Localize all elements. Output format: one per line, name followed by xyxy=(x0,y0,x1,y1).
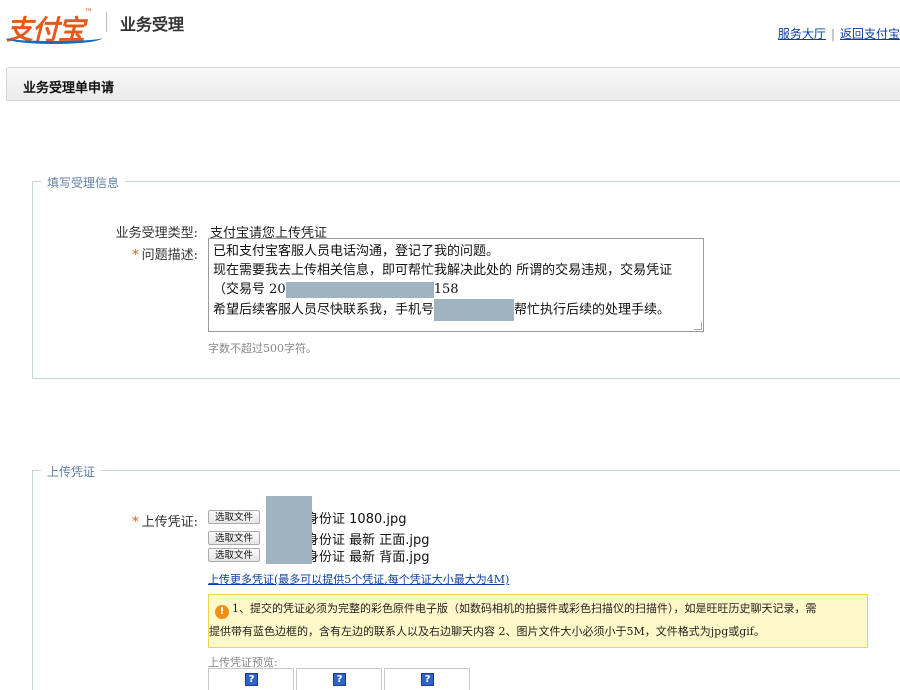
desc-line-3-end: 158 xyxy=(433,282,459,297)
redaction-block xyxy=(434,299,515,321)
file-row-3: 选取文件 身份证 最新 背面.jpg xyxy=(208,547,430,565)
link-separator: | xyxy=(830,27,835,41)
resize-grip-icon[interactable] xyxy=(694,322,702,330)
desc-line-3-start: （交易号 20 xyxy=(213,282,286,297)
problem-desc-label: * 问题描述: xyxy=(78,244,198,263)
choose-file-button[interactable]: 选取文件 xyxy=(208,531,261,545)
preview-thumb-2[interactable]: ? xyxy=(296,668,382,690)
file-row-2: 选取文件 身份证 最新 正面.jpg xyxy=(208,530,430,548)
logo-arc xyxy=(6,32,102,44)
page-header: 支付宝™ 业务受理 服务大厅 | 返回支付宝 xyxy=(0,0,900,60)
upload-label: * 上传凭证: xyxy=(78,511,198,530)
alipay-logo[interactable]: 支付宝™ xyxy=(6,8,102,46)
file-name-1: 身份证 1080.jpg xyxy=(306,511,407,527)
upload-label-text: 上传凭证: xyxy=(141,515,198,530)
header-section-title: 业务受理 xyxy=(120,15,185,34)
choose-file-button[interactable]: 选取文件 xyxy=(208,548,261,562)
notice-text-1: 1、提交的凭证必须为完整的彩色原件电子版（如数码相机的拍摄件或彩色扫描仪的扫描件… xyxy=(232,602,817,615)
back-to-alipay-link[interactable]: 返回支付宝 xyxy=(840,27,900,41)
missing-image-icon: ? xyxy=(245,673,258,686)
logo-trademark: ™ xyxy=(84,8,93,18)
char-limit-hint: 字数不超过500字符。 xyxy=(208,342,317,355)
desc-line-4-start: 希望后续客服人员尽快联系我，手机号 xyxy=(213,302,435,318)
required-asterisk: * xyxy=(132,515,139,530)
redaction-block xyxy=(266,496,312,564)
desc-line-1: 已和支付宝客服人员电话沟通，登记了我的问题。 xyxy=(213,244,500,259)
preview-thumb-1[interactable]: ? xyxy=(208,668,294,690)
desc-line-3: （交易号 20 158 xyxy=(213,280,699,299)
notice-line-1: ! 1、提交的凭证必须为完整的彩色原件电子版（如数码相机的拍摄件或彩色扫描仪的扫描… xyxy=(215,597,861,620)
problem-desc-label-text: 问题描述: xyxy=(141,248,198,263)
required-asterisk: * xyxy=(132,248,139,263)
choose-file-button[interactable]: 选取文件 xyxy=(208,510,261,524)
fill-info-legend: 填写受理信息 xyxy=(41,174,126,191)
header-divider xyxy=(106,12,107,32)
problem-description-textarea[interactable]: 已和支付宝客服人员电话沟通，登记了我的问题。 现在需要我去上传相关信息，即可帮忙… xyxy=(208,238,704,332)
desc-line-2: 现在需要我去上传相关信息，即可帮忙我解决此处的 所谓的交易违规，交易凭证 xyxy=(213,263,673,278)
missing-image-icon: ? xyxy=(421,673,434,686)
business-type-label: 业务受理类型: xyxy=(115,226,198,241)
redaction-block xyxy=(285,281,434,298)
desc-line-4-end: 帮忙执行后续的处理手续。 xyxy=(514,302,671,318)
warning-icon: ! xyxy=(215,605,229,619)
page-title: 业务受理单申请 xyxy=(23,81,115,96)
upload-notice: ! 1、提交的凭证必须为完整的彩色原件电子版（如数码相机的拍摄件或彩色扫描仪的扫描… xyxy=(208,594,868,648)
missing-image-icon: ? xyxy=(333,673,346,686)
upload-legend: 上传凭证 xyxy=(41,463,102,480)
top-links: 服务大厅 | 返回支付宝 xyxy=(778,25,900,42)
service-hall-link[interactable]: 服务大厅 xyxy=(778,27,826,41)
preview-thumb-3[interactable]: ? xyxy=(384,668,470,690)
page-title-bar: 业务受理单申请 xyxy=(6,67,900,101)
desc-line-4: 希望后续客服人员尽快联系我，手机号 帮忙执行后续的处理手续。 xyxy=(213,299,699,321)
file-name-3: 身份证 最新 背面.jpg xyxy=(306,549,430,565)
notice-line-2: 提供带有蓝色边框的，含有左边的联系人以及右边聊天内容 2、图片文件大小必须小于5… xyxy=(209,625,765,638)
upload-more-link[interactable]: 上传更多凭证(最多可以提供5个凭证,每个凭证大小最大为4M) xyxy=(208,571,509,587)
